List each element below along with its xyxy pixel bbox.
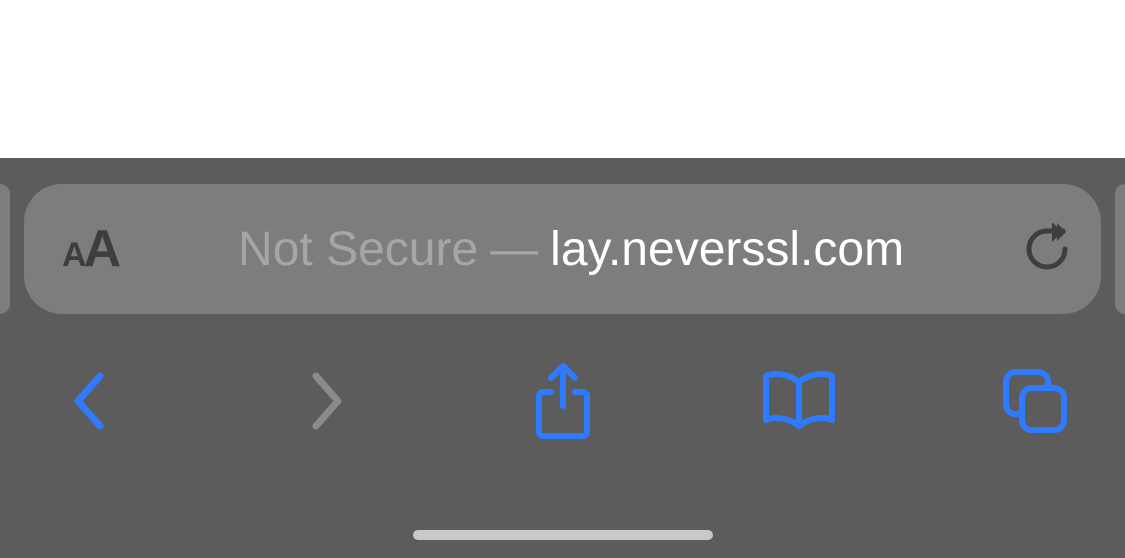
book-icon xyxy=(762,370,836,432)
big-a-icon: A xyxy=(84,219,120,279)
tabs-icon xyxy=(1002,368,1068,434)
reload-icon xyxy=(1025,223,1069,275)
next-tab-edge[interactable] xyxy=(1115,184,1125,314)
previous-tab-edge[interactable] xyxy=(0,184,10,314)
tabs-button[interactable] xyxy=(995,361,1075,441)
forward-button[interactable] xyxy=(286,361,366,441)
chevron-left-icon xyxy=(59,370,121,432)
share-button[interactable] xyxy=(523,361,603,441)
address-bar[interactable]: A A Not Secure — lay.neverssl.com xyxy=(24,184,1101,314)
reader-view-button[interactable]: A A xyxy=(62,219,119,279)
bookmarks-button[interactable] xyxy=(759,361,839,441)
url-text: lay.neverssl.com xyxy=(550,222,904,277)
home-indicator[interactable] xyxy=(413,530,713,540)
small-a-icon: A xyxy=(62,236,86,275)
chevron-right-icon xyxy=(295,370,357,432)
url-separator: — xyxy=(490,222,538,277)
page-content-area xyxy=(0,0,1125,158)
bottom-toolbar xyxy=(0,314,1125,454)
share-icon xyxy=(533,362,593,440)
browser-chrome: A A Not Secure — lay.neverssl.com xyxy=(0,158,1125,558)
reload-button[interactable] xyxy=(1023,225,1071,273)
security-status: Not Secure xyxy=(238,222,478,277)
back-button[interactable] xyxy=(50,361,130,441)
url-container[interactable]: Not Secure — lay.neverssl.com xyxy=(143,222,999,277)
address-bar-row: A A Not Secure — lay.neverssl.com xyxy=(0,158,1125,314)
